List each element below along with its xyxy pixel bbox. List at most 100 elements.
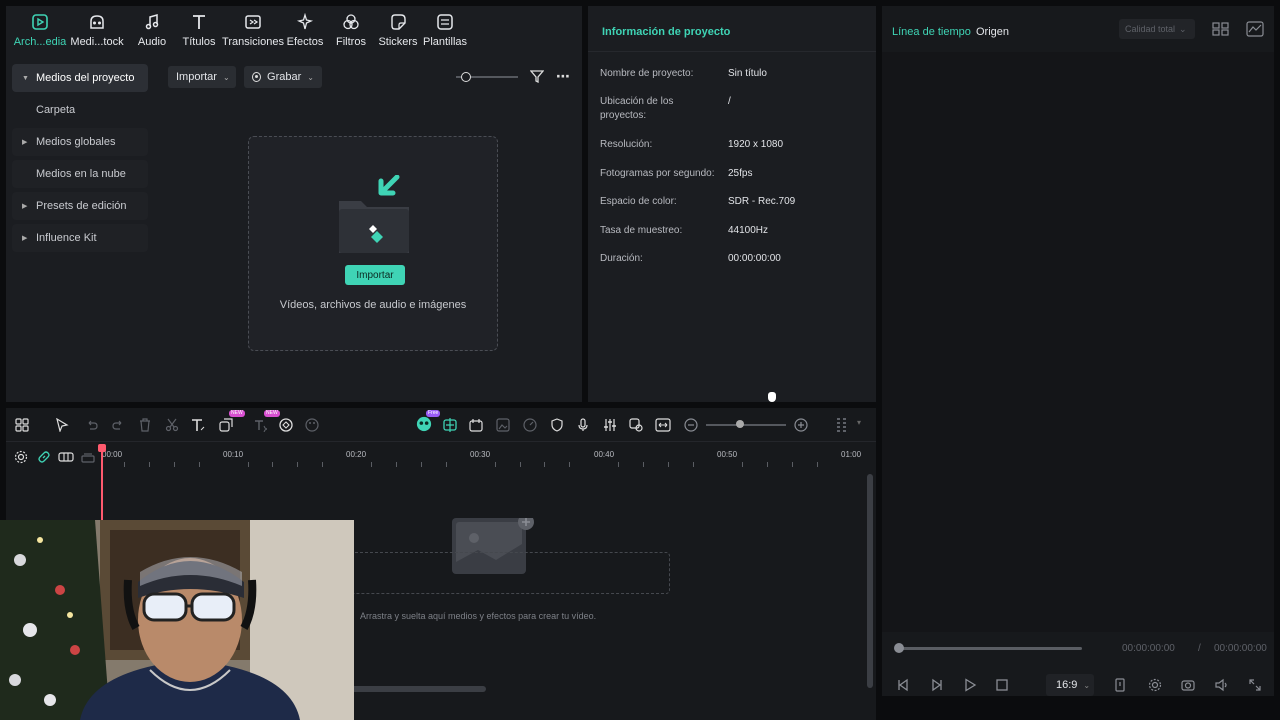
import-dropdown-label: Importar	[176, 71, 217, 83]
zoom-slider[interactable]	[706, 420, 786, 428]
player-panel: Línea de tiempo Origen Calidad total ⌄ 0…	[882, 6, 1274, 696]
preview-screen[interactable]	[882, 52, 1274, 632]
caret-right-icon: ▶	[22, 203, 28, 210]
chevron-down-icon: ⌄	[222, 72, 230, 82]
chevron-down-icon[interactable]: ▾	[857, 418, 861, 427]
aspect-ratio-dropdown[interactable]: 16:9 ⌄	[1046, 674, 1094, 696]
mouse-cursor-icon	[768, 392, 776, 402]
play-icon[interactable]	[963, 678, 977, 695]
tab-label: Audio	[137, 36, 167, 48]
tab-stock-media[interactable]: Medi...tock	[68, 6, 126, 58]
timeline-horizontal-scrollbar[interactable]	[346, 686, 486, 692]
ai-tools-icon[interactable]	[278, 417, 294, 433]
tab-filters[interactable]: Filtros	[324, 6, 378, 58]
scene-detect-icon[interactable]	[468, 417, 484, 433]
ai-audio-icon[interactable]	[628, 417, 644, 433]
tab-titles[interactable]: Títulos	[178, 6, 220, 58]
scope-chart-icon[interactable]	[1246, 21, 1264, 40]
color-palette-icon[interactable]	[304, 417, 320, 433]
timeline-vertical-scrollbar[interactable]	[867, 474, 873, 688]
sidebar-item-project-media[interactable]: ▼ Medios del proyecto	[12, 64, 148, 92]
timeline-ruler[interactable]: 00:00 00:10 00:20 00:30 00:40 00:50 01:0…	[6, 442, 876, 472]
stop-icon[interactable]	[996, 679, 1008, 694]
tab-audio[interactable]: Audio	[126, 6, 178, 58]
track-toggle-icon[interactable]	[81, 450, 95, 467]
tab-media[interactable]: Arch...edia	[12, 6, 68, 58]
sidebar-item-folder[interactable]: Carpeta	[12, 96, 148, 124]
ruler-tick	[569, 462, 570, 467]
zoom-out-icon[interactable]	[683, 417, 699, 433]
tab-source-preview[interactable]: Origen	[976, 26, 1009, 38]
import-dropdown[interactable]: Importar ⌄	[168, 66, 236, 88]
fit-timeline-icon[interactable]	[655, 417, 671, 433]
layout-grid-icon[interactable]	[14, 417, 30, 433]
volume-icon[interactable]	[1214, 678, 1228, 695]
ai-mascot-icon[interactable]	[416, 416, 432, 432]
track-layout-icon[interactable]	[834, 417, 850, 433]
undo-icon[interactable]	[84, 417, 100, 433]
settings-gear-icon[interactable]	[14, 450, 28, 467]
drop-zone-hint: Vídeos, archivos de audio e imágenes	[279, 299, 467, 311]
speed-icon[interactable]	[522, 417, 538, 433]
sidebar-item-edit-presets[interactable]: ▶ Presets de edición	[12, 192, 148, 220]
filter-icon[interactable]	[529, 69, 545, 86]
info-row-color-space: Espacio de color: SDR - Rec.709	[600, 195, 870, 209]
more-options-icon[interactable]: ⋯	[556, 68, 570, 85]
playhead-handle[interactable]	[98, 444, 106, 452]
info-key: Fotogramas por segundo:	[600, 168, 715, 179]
snapshot-camera-icon[interactable]	[1181, 678, 1195, 695]
sidebar-item-label: Medios del proyecto	[36, 72, 135, 84]
ai-text-icon[interactable]	[252, 417, 268, 433]
record-dropdown[interactable]: Grabar ⌄	[244, 66, 322, 88]
sidebar-item-label: Presets de edición	[36, 200, 127, 212]
sidebar-item-global-media[interactable]: ▶ Medios globales	[12, 128, 148, 156]
cut-scissors-icon[interactable]	[164, 417, 180, 433]
next-frame-icon[interactable]	[930, 678, 944, 695]
microphone-icon[interactable]	[575, 417, 591, 433]
prev-frame-icon[interactable]	[896, 678, 910, 695]
tab-label: Transiciones	[222, 36, 284, 48]
shield-mask-icon[interactable]	[549, 417, 565, 433]
info-value: 25fps	[728, 168, 753, 179]
sidebar-item-label: Influence Kit	[36, 232, 97, 244]
redo-icon[interactable]	[110, 417, 126, 433]
tab-effects[interactable]: Efectos	[286, 6, 324, 58]
tab-transitions[interactable]: Transiciones	[220, 6, 286, 58]
webcam-video-frame	[0, 520, 354, 720]
sidebar-item-cloud-media[interactable]: Medios en la nube	[12, 160, 148, 188]
zoom-slider-handle[interactable]	[736, 420, 744, 428]
info-key: Espacio de color:	[600, 196, 677, 207]
image-edit-icon[interactable]	[495, 417, 511, 433]
auto-beat-icon[interactable]	[442, 417, 458, 433]
select-tool-icon[interactable]	[54, 417, 70, 433]
link-icon[interactable]	[37, 450, 51, 467]
media-drop-zone[interactable]: Importar Vídeos, archivos de audio e imá…	[248, 136, 498, 351]
time-separator: /	[1198, 643, 1201, 654]
marker-icon[interactable]	[1114, 678, 1126, 695]
quality-dropdown[interactable]: Calidad total ⌄	[1119, 19, 1195, 39]
settings-gear-icon[interactable]	[1148, 678, 1162, 695]
zoom-in-icon[interactable]	[793, 417, 809, 433]
track-drop-zone[interactable]	[346, 552, 670, 594]
new-badge: NEW	[229, 410, 245, 417]
thumbnail-size-slider[interactable]	[456, 72, 518, 82]
progress-handle[interactable]	[894, 643, 904, 653]
tab-templates[interactable]: Plantillas	[418, 6, 472, 58]
playhead[interactable]	[98, 444, 106, 524]
crop-icon[interactable]	[218, 417, 234, 433]
import-button[interactable]: Importar	[345, 265, 405, 285]
tab-stickers[interactable]: Stickers	[378, 6, 418, 58]
progress-bar[interactable]	[898, 647, 1082, 650]
slider-handle[interactable]	[461, 72, 471, 82]
media-panel: Arch...edia Medi...tock Audio Títulos Tr…	[6, 6, 582, 402]
snap-icon[interactable]	[58, 450, 74, 467]
info-key: Ubicación de los proyectos:	[600, 96, 674, 121]
audio-mixer-icon[interactable]	[602, 417, 618, 433]
text-tool-icon[interactable]	[190, 417, 206, 433]
sidebar-item-influence-kit[interactable]: ▶ Influence Kit	[12, 224, 148, 252]
sidebar-item-label: Carpeta	[36, 104, 76, 116]
tab-timeline-preview[interactable]: Línea de tiempo	[892, 26, 971, 38]
delete-trash-icon[interactable]	[137, 417, 153, 433]
fullscreen-icon[interactable]	[1248, 678, 1262, 695]
grid-view-icon[interactable]	[1212, 21, 1230, 40]
